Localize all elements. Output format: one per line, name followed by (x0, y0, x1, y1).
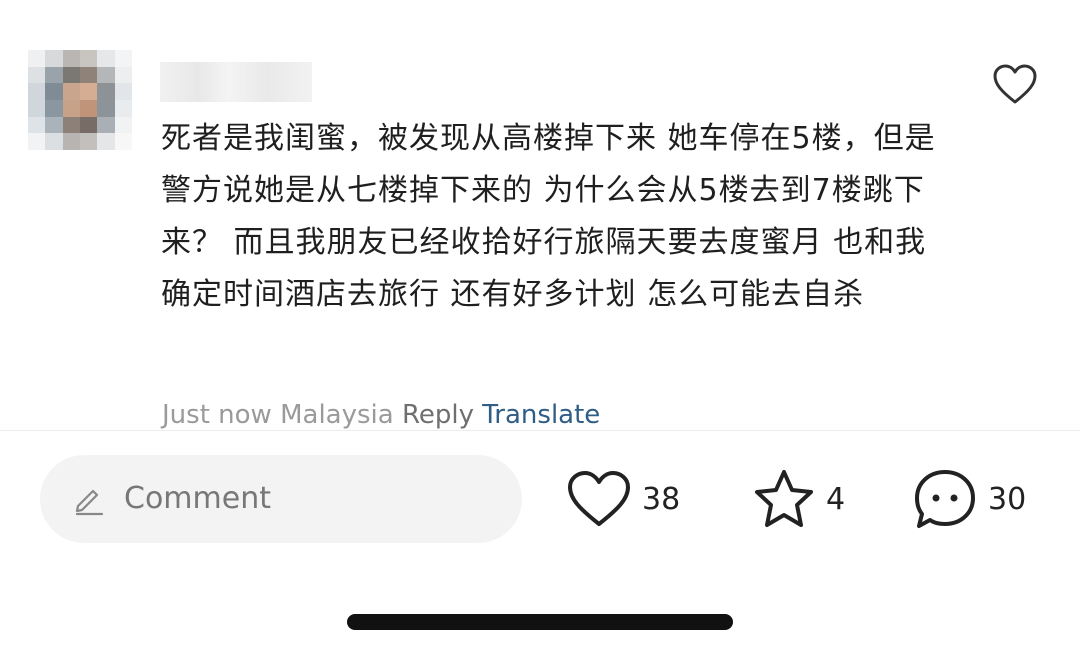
chat-bubble-icon (915, 470, 975, 528)
like-button[interactable]: 38 (566, 466, 680, 532)
divider (0, 430, 1080, 431)
favorite-button[interactable]: 4 (752, 466, 845, 532)
heart-outline-icon (568, 471, 630, 526)
favorite-count: 4 (826, 481, 846, 517)
comment-placeholder: Comment (124, 481, 271, 516)
home-indicator[interactable] (347, 614, 733, 630)
comment-text: 死者是我闺蜜，被发现从高楼掉下来 她车停在5楼，但是警方说她是从七楼掉下来的 为… (161, 121, 936, 312)
pencil-icon (75, 489, 104, 516)
comments-count: 30 (988, 481, 1027, 517)
heart-outline-icon (993, 64, 1037, 104)
comment-time: Just now (162, 400, 272, 430)
comment-location: Malaysia (280, 400, 394, 430)
comments-button[interactable]: 30 (912, 466, 1026, 532)
reply-link[interactable]: Reply (402, 400, 474, 430)
star-outline-icon (755, 470, 813, 527)
comment-input[interactable]: Comment (40, 455, 522, 543)
comment-meta: Just now Malaysia Reply Translate (162, 397, 600, 433)
like-count: 38 (642, 481, 681, 517)
comment-like-button[interactable] (991, 62, 1039, 106)
avatar[interactable] (28, 50, 132, 150)
translate-link[interactable]: Translate (482, 400, 600, 430)
username-redacted[interactable] (160, 62, 312, 102)
